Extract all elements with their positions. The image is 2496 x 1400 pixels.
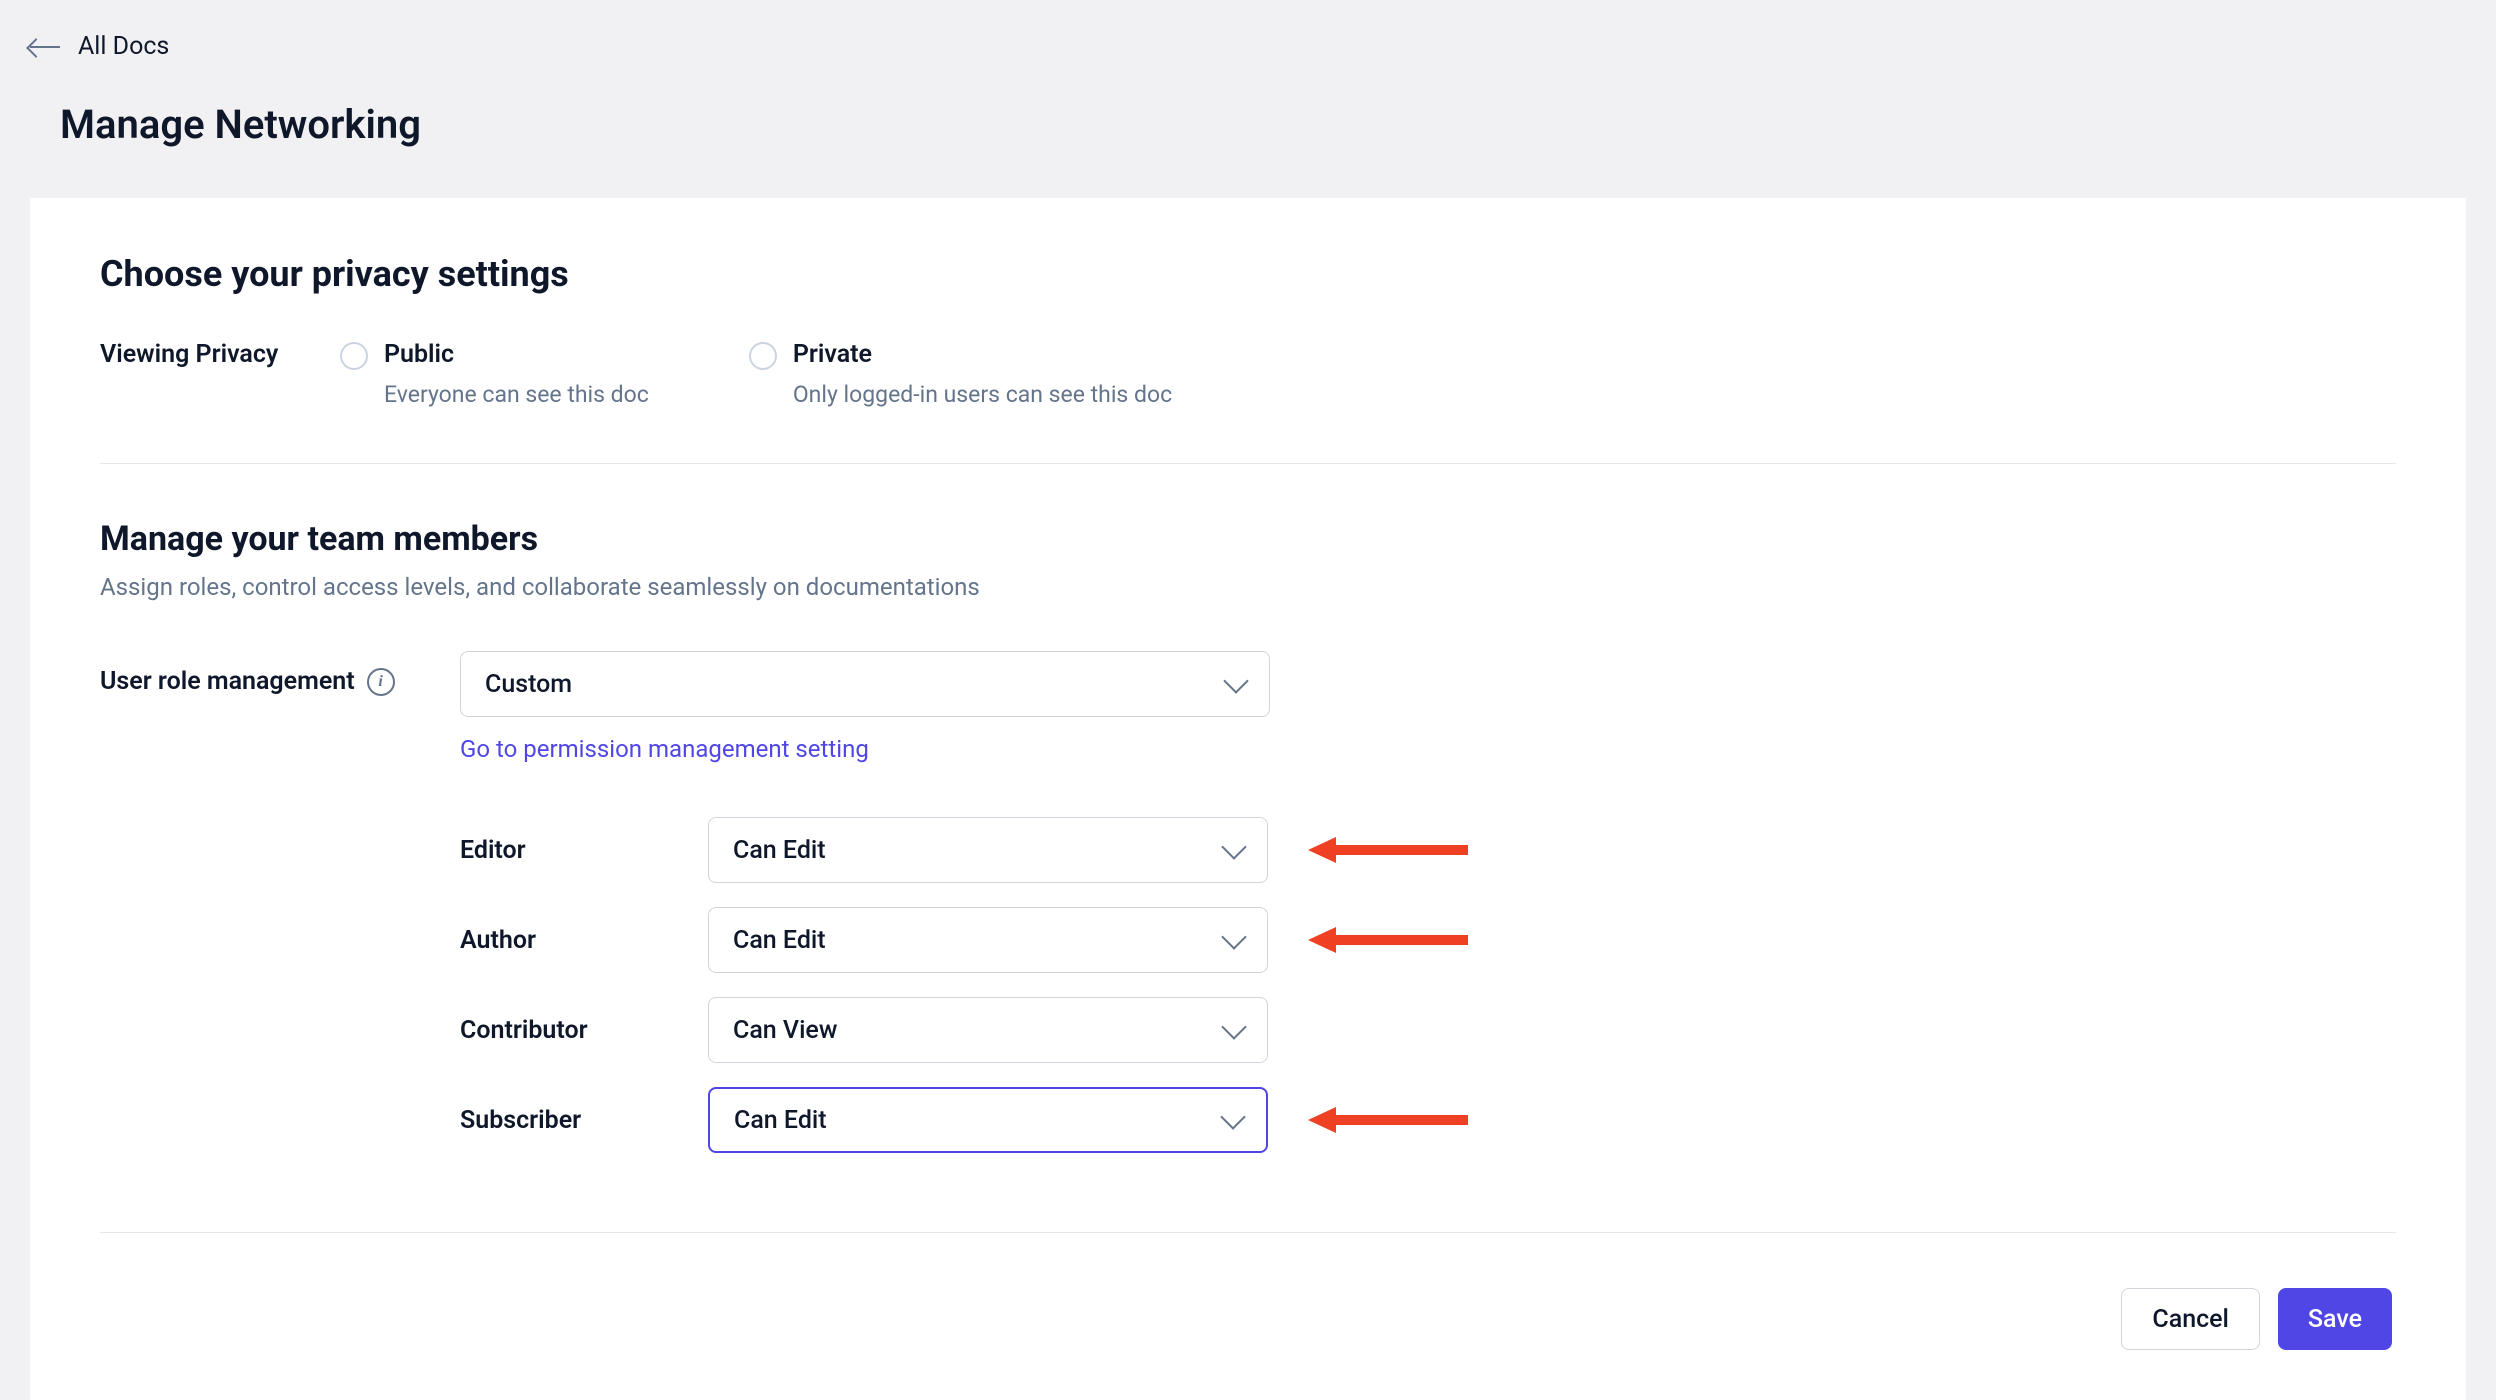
save-button[interactable]: Save bbox=[2278, 1288, 2392, 1350]
subscriber-permission-value: Can Edit bbox=[734, 1106, 827, 1135]
author-permission-value: Can Edit bbox=[733, 926, 826, 955]
contributor-permission-value: Can View bbox=[733, 1016, 837, 1045]
author-permission-select[interactable]: Can Edit bbox=[708, 907, 1268, 973]
chevron-down-icon bbox=[1223, 668, 1248, 693]
settings-card: Choose your privacy settings Viewing Pri… bbox=[30, 198, 2466, 1400]
permission-settings-link[interactable]: Go to permission management setting bbox=[460, 735, 1468, 763]
radio-icon[interactable] bbox=[340, 342, 368, 370]
annotation-arrow-icon bbox=[1308, 835, 1468, 865]
back-link-label: All Docs bbox=[78, 32, 169, 61]
section-divider bbox=[100, 463, 2396, 464]
privacy-private-desc: Only logged-in users can see this doc bbox=[793, 381, 1172, 408]
cancel-button[interactable]: Cancel bbox=[2121, 1288, 2260, 1350]
radio-icon[interactable] bbox=[749, 342, 777, 370]
annotation-arrow-icon bbox=[1308, 1105, 1468, 1135]
subscriber-permission-select[interactable]: Can Edit bbox=[708, 1087, 1268, 1153]
privacy-private-title: Private bbox=[793, 340, 1172, 369]
chevron-down-icon bbox=[1221, 1014, 1246, 1039]
privacy-section-title: Choose your privacy settings bbox=[100, 253, 2396, 295]
privacy-public-title: Public bbox=[384, 340, 649, 369]
back-link[interactable]: All Docs bbox=[30, 32, 169, 61]
team-section-subtitle: Assign roles, control access levels, and… bbox=[100, 573, 2396, 601]
role-management-value: Custom bbox=[485, 670, 572, 699]
page-title: Manage Networking bbox=[60, 101, 2466, 148]
editor-permission-select[interactable]: Can Edit bbox=[708, 817, 1268, 883]
contributor-permission-select[interactable]: Can View bbox=[708, 997, 1268, 1063]
chevron-down-icon bbox=[1221, 834, 1246, 859]
role-label-editor: Editor bbox=[460, 836, 708, 865]
info-icon[interactable]: i bbox=[367, 668, 395, 696]
role-management-select[interactable]: Custom bbox=[460, 651, 1270, 717]
team-section-title: Manage your team members bbox=[100, 519, 2396, 559]
section-divider bbox=[100, 1232, 2396, 1233]
role-label-subscriber: Subscriber bbox=[460, 1106, 708, 1135]
cancel-button-label: Cancel bbox=[2152, 1305, 2229, 1334]
chevron-down-icon bbox=[1221, 924, 1246, 949]
user-role-management-label: User role management bbox=[100, 667, 355, 696]
privacy-option-public[interactable]: Public Everyone can see this doc bbox=[340, 340, 649, 408]
editor-permission-value: Can Edit bbox=[733, 836, 826, 865]
role-label-author: Author bbox=[460, 926, 708, 955]
annotation-arrow-icon bbox=[1308, 925, 1468, 955]
viewing-privacy-label: Viewing Privacy bbox=[100, 340, 340, 369]
privacy-option-private[interactable]: Private Only logged-in users can see thi… bbox=[749, 340, 1172, 408]
chevron-down-icon bbox=[1220, 1104, 1245, 1129]
arrow-left-icon bbox=[30, 46, 60, 48]
privacy-public-desc: Everyone can see this doc bbox=[384, 381, 649, 408]
role-label-contributor: Contributor bbox=[460, 1016, 708, 1045]
save-button-label: Save bbox=[2308, 1305, 2362, 1334]
